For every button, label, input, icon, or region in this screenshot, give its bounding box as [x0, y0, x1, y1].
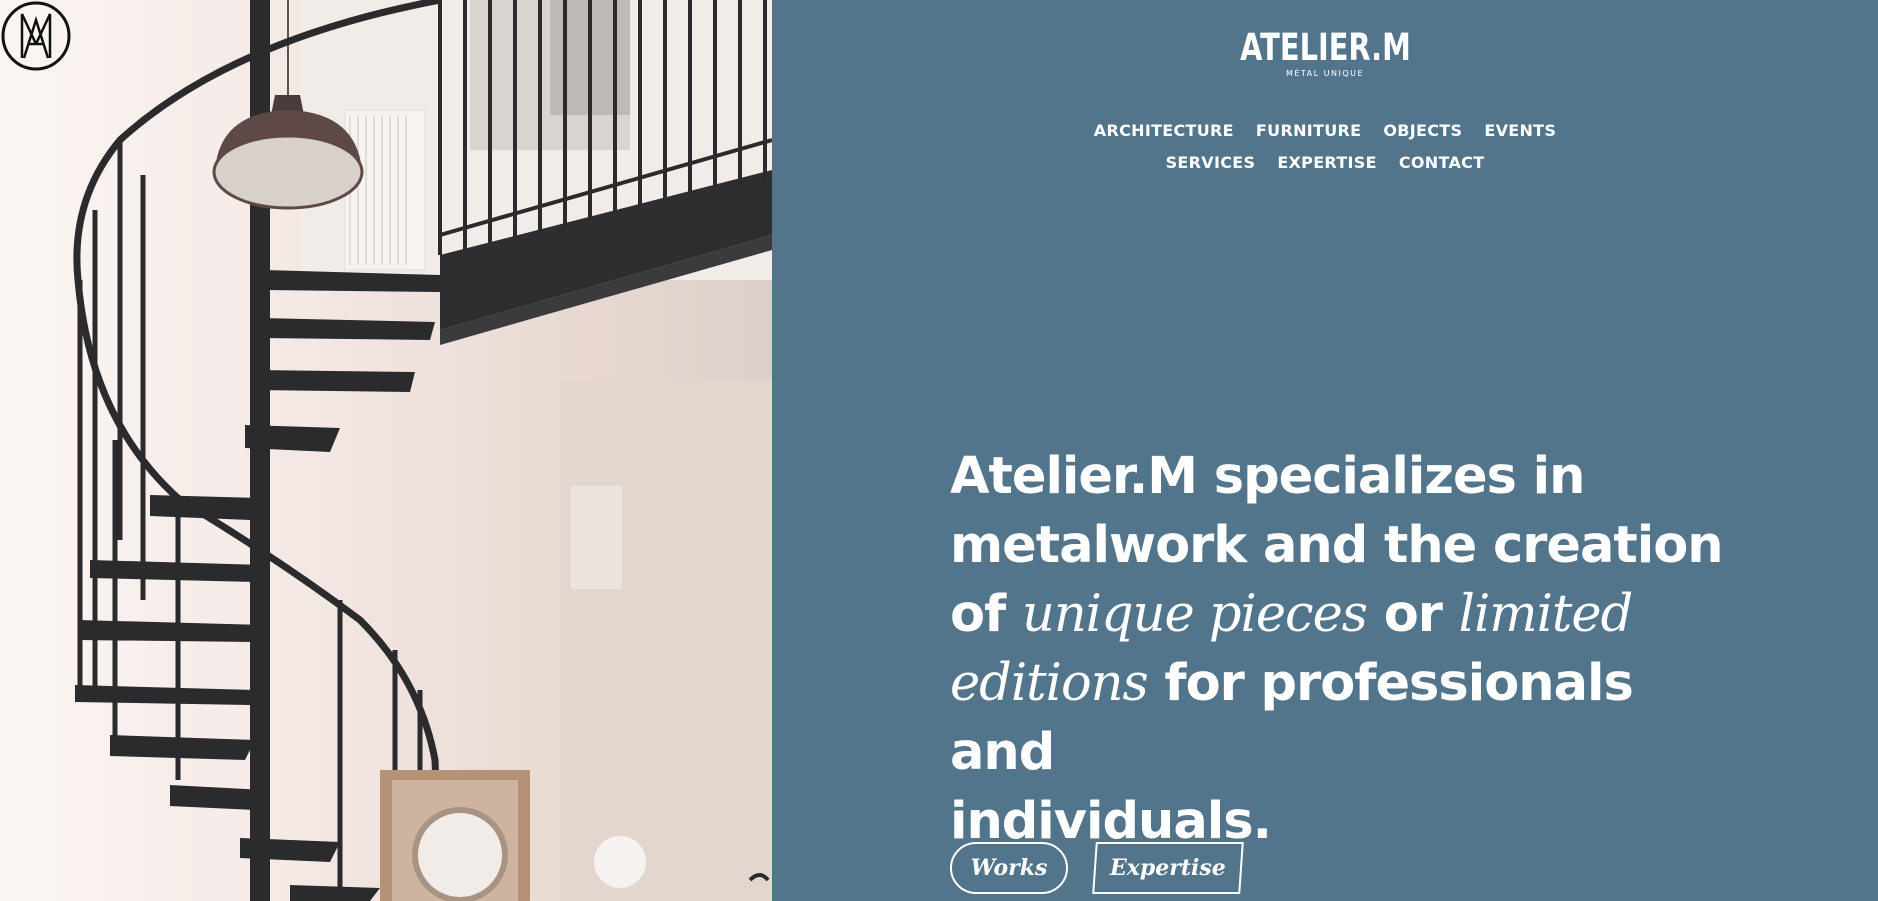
nav-row-1: ARCHITECTURE FURNITURE OBJECTS EVENTS	[772, 114, 1878, 146]
expertise-button[interactable]: Expertise	[1092, 842, 1244, 894]
hero-photo	[0, 0, 772, 901]
headline-line-3a: of	[950, 585, 1022, 644]
brand-tagline: MÉTAL UNIQUE	[1285, 69, 1365, 78]
headline-line-3c: or	[1366, 585, 1459, 644]
headline-italic-limited: limited	[1458, 585, 1634, 644]
hero-headline: Atelier.M specializes in metalwork and t…	[950, 442, 1730, 856]
nav-item-furniture[interactable]: FURNITURE	[1256, 121, 1361, 140]
headline-italic-editions: editions	[950, 654, 1149, 713]
nav-item-objects[interactable]: OBJECTS	[1383, 121, 1462, 140]
nav-item-expertise[interactable]: EXPERTISE	[1277, 153, 1377, 172]
nav-item-architecture[interactable]: ARCHITECTURE	[1094, 121, 1234, 140]
headline-line-1: Atelier.M specializes in	[950, 447, 1585, 506]
headline-line-2: metalwork and the creation	[950, 516, 1724, 575]
works-button[interactable]: Works	[950, 842, 1068, 894]
main-nav: ARCHITECTURE FURNITURE OBJECTS EVENTS SE…	[772, 114, 1878, 178]
brand-logo[interactable]: ATELIER.M MÉTAL UNIQUE	[772, 26, 1878, 79]
nav-item-events[interactable]: EVENTS	[1484, 121, 1556, 140]
intro-panel: ATELIER.M MÉTAL UNIQUE ARCHITECTURE FURN…	[772, 0, 1878, 901]
spiral-staircase-illustration	[73, 0, 772, 901]
nav-item-services[interactable]: SERVICES	[1166, 153, 1256, 172]
nav-item-contact[interactable]: CONTACT	[1399, 153, 1485, 172]
headline-italic-unique-pieces: unique pieces	[1021, 585, 1368, 644]
brand-name: ATELIER.M	[1239, 26, 1411, 69]
expertise-button-label: Expertise	[1110, 855, 1226, 881]
nav-row-2: SERVICES EXPERTISE CONTACT	[772, 146, 1878, 178]
am-monogram-icon[interactable]	[0, 0, 72, 72]
